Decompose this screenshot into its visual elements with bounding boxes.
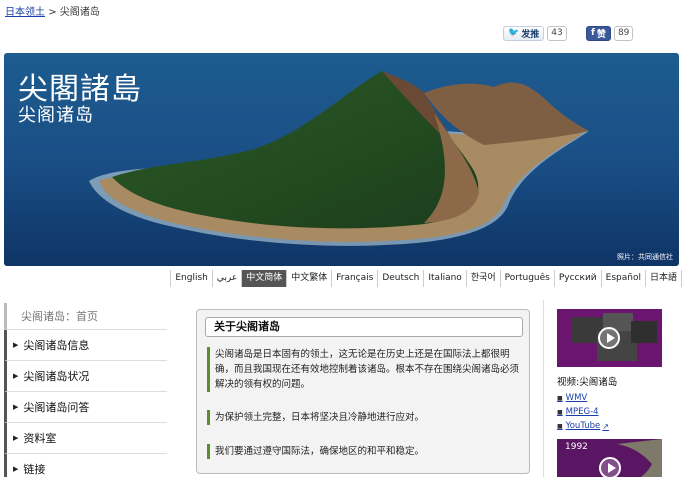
about-panel: 关于尖阁诸岛 尖阁诸岛是日本固有的领土，这无论是在历史上还是在国际法上都很明确，…	[196, 309, 530, 474]
arrow-right-icon: ▶	[13, 434, 19, 442]
sidebar-item-situation[interactable]: ▶ 尖阁诸岛状况	[4, 361, 167, 392]
play-icon	[598, 327, 620, 349]
banner-subtitle: 尖阁诸岛	[18, 105, 94, 126]
video-thumbnail[interactable]	[557, 309, 662, 367]
play-icon	[599, 457, 621, 477]
breadcrumb-home-link[interactable]: 日本领土	[5, 7, 45, 18]
language-option[interactable]: English	[171, 270, 213, 287]
video-thumbnail-2[interactable]: 1992	[557, 439, 662, 477]
sidebar-item-archive[interactable]: ▶ 资料室	[4, 423, 167, 454]
external-link-icon: ↗	[602, 421, 609, 431]
language-option[interactable]: Русский	[555, 270, 602, 287]
facebook-like-button[interactable]: f 赞	[586, 25, 611, 41]
bullet-icon: ■	[557, 408, 563, 416]
arrow-right-icon: ▶	[13, 403, 19, 411]
language-option[interactable]: Italiano	[424, 270, 467, 287]
facebook-like-count: 89	[613, 25, 634, 41]
sidebar-home-link[interactable]: 尖阁诸岛：首页	[4, 303, 167, 330]
sidebar-item-info[interactable]: ▶ 尖阁诸岛信息	[4, 330, 167, 361]
weibo-share-button[interactable]: 🐦 发推	[503, 25, 545, 41]
sidebar-item-label: 尖阁诸岛问答	[23, 401, 90, 414]
video-link-mpeg4[interactable]: ■ MPEG-4	[557, 405, 667, 419]
bird-icon: 🐦	[508, 28, 520, 38]
language-option[interactable]: Français	[332, 270, 379, 287]
video-link-label: WMV	[565, 393, 588, 403]
weibo-share-count: 43	[547, 25, 567, 41]
language-option[interactable]: 中文简体	[242, 270, 288, 287]
language-option[interactable]: 中文繁体	[287, 270, 333, 287]
facebook-icon: f	[591, 28, 595, 38]
sidebar-nav: 尖阁诸岛：首页 ▶ 尖阁诸岛信息 ▶ 尖阁诸岛状况 ▶ 尖阁诸岛问答 ▶ 资料室…	[4, 303, 167, 477]
arrow-right-icon: ▶	[13, 372, 19, 380]
sidebar-item-qa[interactable]: ▶ 尖阁诸岛问答	[4, 392, 167, 423]
video-link-label: YouTube	[565, 421, 601, 431]
video-format-links: ■ WMV ■ MPEG-4 ■ YouTube ↗	[557, 391, 667, 433]
facebook-like: f 赞 89	[586, 25, 634, 41]
column-divider	[543, 300, 544, 477]
language-option[interactable]: 한국어	[467, 270, 501, 287]
sidebar-item-label: 尖阁诸岛状况	[23, 370, 90, 383]
breadcrumb: 日本领土 > 尖阁诸岛	[5, 3, 100, 18]
sidebar-item-label: 尖阁诸岛信息	[23, 339, 90, 352]
sidebar-item-links[interactable]: ▶ 链接	[4, 454, 167, 477]
video-sidebar: 视频:尖阁诸岛 ■ WMV ■ MPEG-4 ■ YouTube ↗ 1992	[557, 309, 667, 477]
video-link-wmv[interactable]: ■ WMV	[557, 391, 667, 405]
weibo-share: 🐦 发推 43	[503, 25, 567, 41]
facebook-like-label: 赞	[596, 29, 606, 40]
sidebar-item-label: 链接	[23, 463, 46, 476]
language-option[interactable]: عربي	[213, 270, 243, 287]
hero-banner: 尖閣諸島 尖阁诸岛 照片：共同通信社	[4, 53, 679, 266]
video-year: 1992	[565, 442, 588, 452]
about-paragraph: 我们要通过遵守国际法，确保地区的和平和稳定。	[207, 444, 523, 459]
photo-credit: 照片：共同通信社	[617, 253, 673, 261]
bullet-icon: ■	[557, 394, 563, 402]
sidebar-item-label: 资料室	[23, 432, 57, 445]
language-switcher: English عربي 中文简体 中文繁体 Français Deutsch Italia…	[170, 270, 682, 287]
video-link-youtube[interactable]: ■ YouTube ↗	[557, 419, 667, 433]
weibo-share-label: 发推	[521, 29, 540, 40]
video-link-label: MPEG-4	[565, 407, 599, 417]
about-paragraph: 尖阁诸岛是日本固有的领土，这无论是在历史上还是在国际法上都很明确，而且我国现在还…	[207, 347, 523, 392]
bullet-icon: ■	[557, 422, 563, 430]
video-label: 视频:尖阁诸岛	[557, 377, 618, 388]
language-option[interactable]: 日本語	[646, 270, 682, 287]
arrow-right-icon: ▶	[13, 341, 19, 349]
language-option[interactable]: Português	[501, 270, 555, 287]
language-option[interactable]: Deutsch	[378, 270, 425, 287]
about-title: 关于尖阁诸岛	[205, 317, 523, 337]
arrow-right-icon: ▶	[13, 465, 19, 473]
breadcrumb-separator: >	[48, 7, 57, 18]
about-paragraph: 为保护领土完整，日本将坚决且冷静地进行应对。	[207, 410, 523, 425]
breadcrumb-current: 尖阁诸岛	[59, 7, 100, 18]
language-option[interactable]: Español	[602, 270, 646, 287]
